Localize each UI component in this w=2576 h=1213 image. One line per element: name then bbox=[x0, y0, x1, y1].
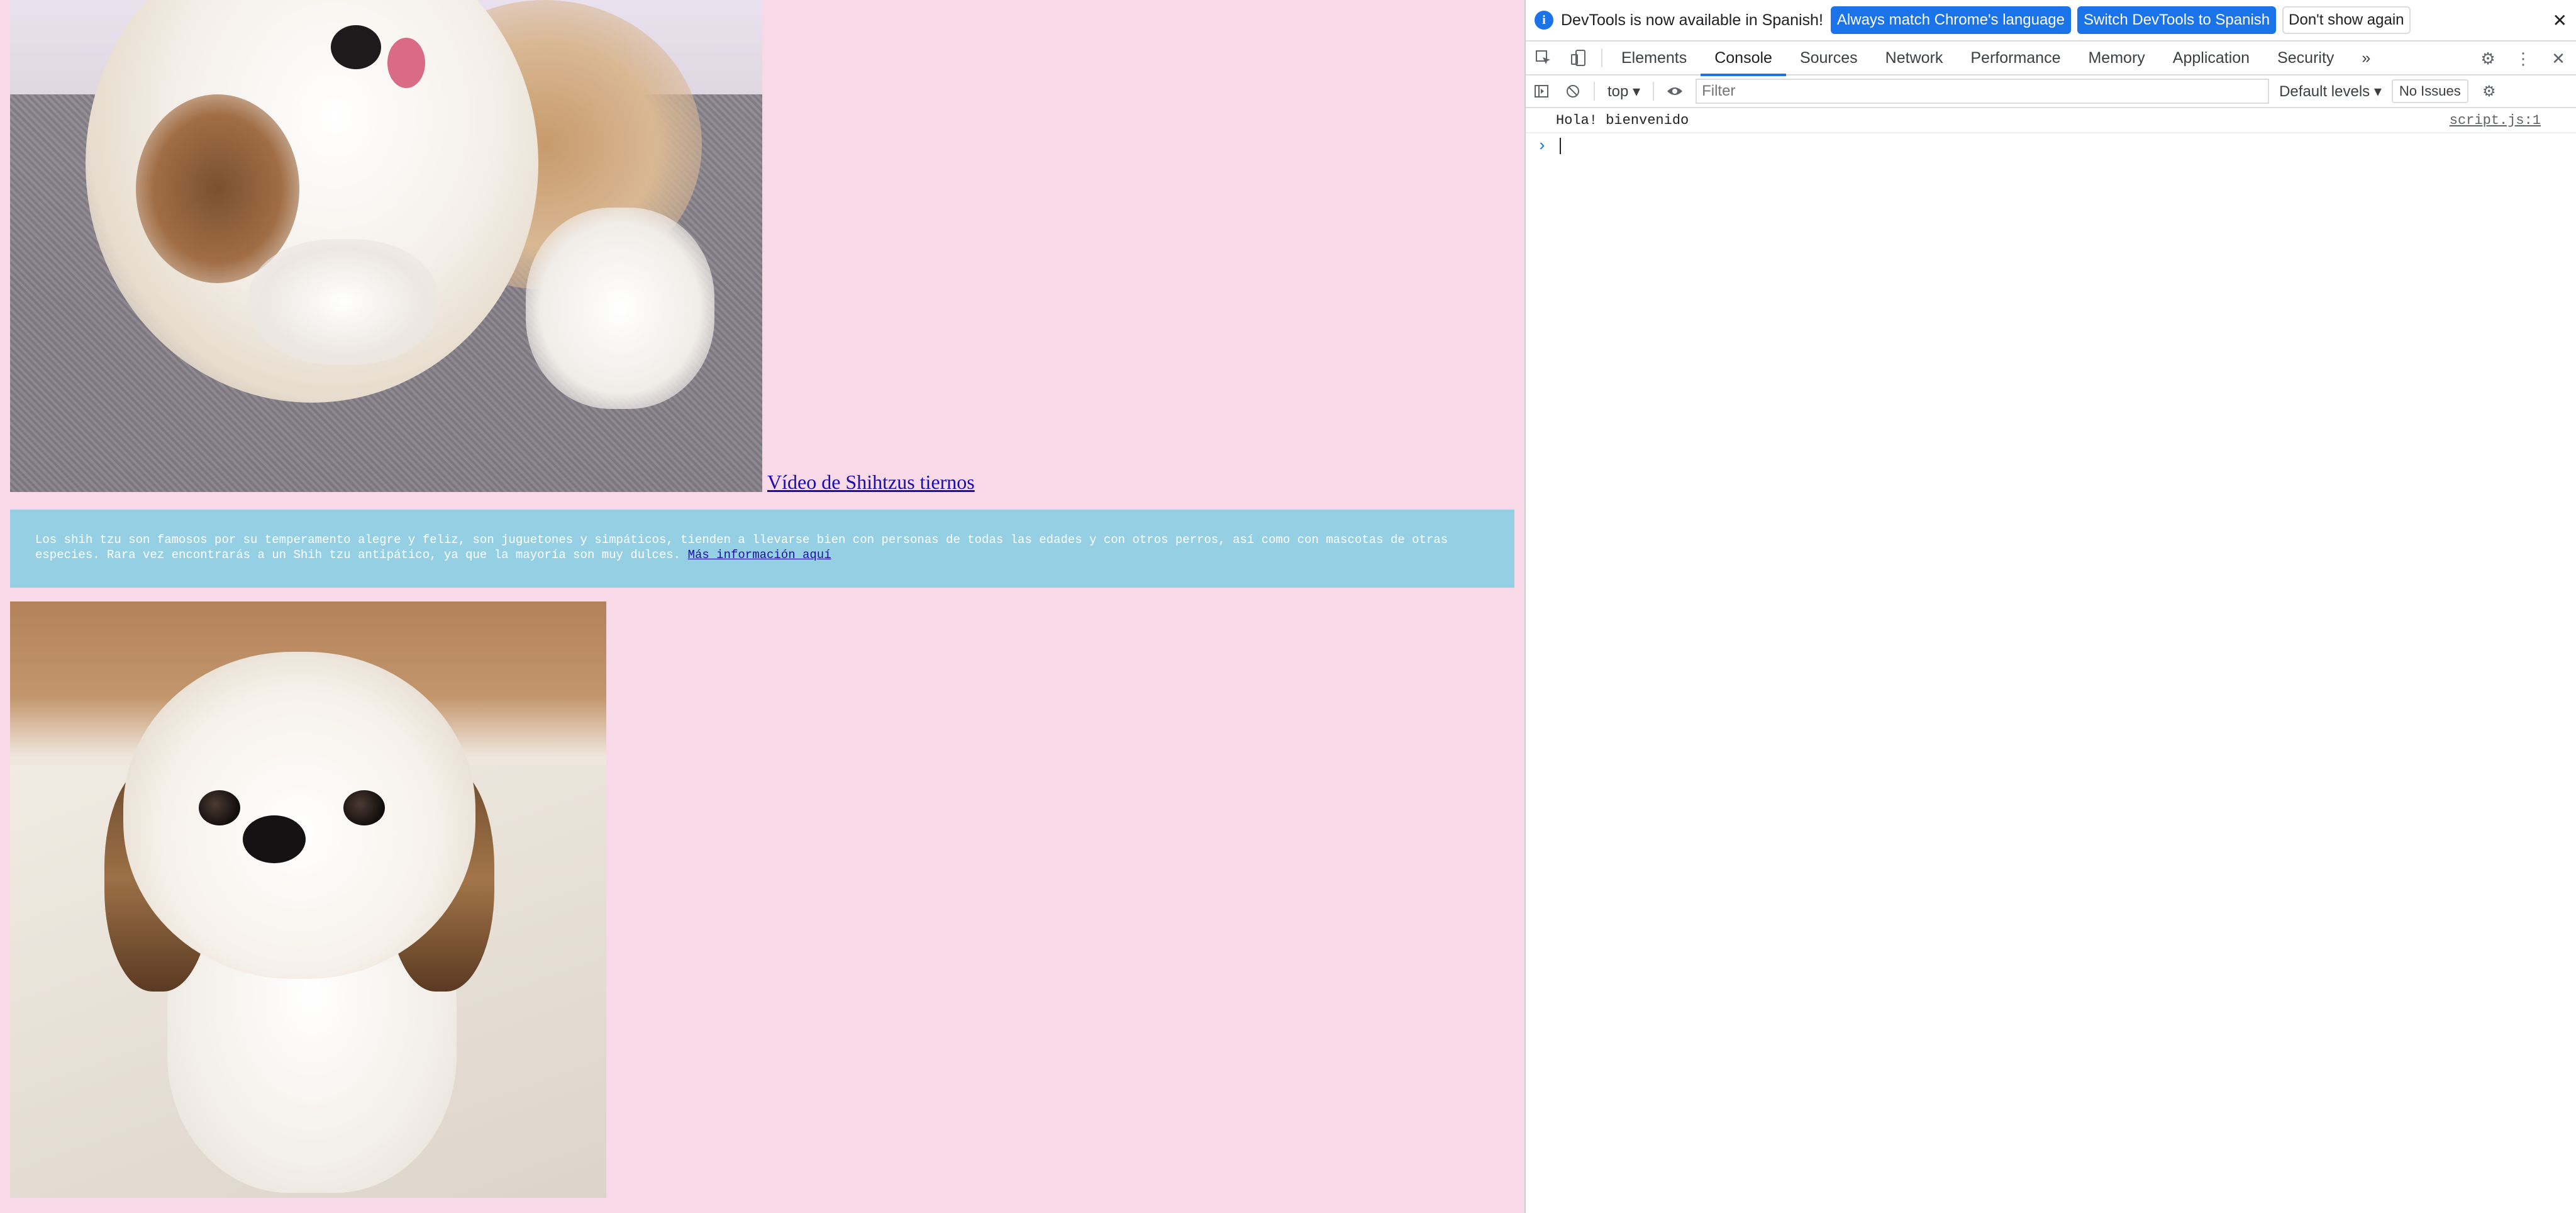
clear-console-icon[interactable] bbox=[1557, 75, 1589, 108]
infobar-message: DevTools is now available in Spanish! bbox=[1561, 11, 1823, 29]
video-link[interactable]: Vídeo de Shihtzus tiernos bbox=[767, 471, 975, 494]
info-icon: i bbox=[1535, 11, 1553, 30]
language-infobar: i DevTools is now available in Spanish! … bbox=[1526, 0, 2576, 42]
dont-show-again-button[interactable]: Don't show again bbox=[2282, 6, 2411, 34]
web-page: Vídeo de Shihtzus tiernos Los shih tzu s… bbox=[0, 0, 1524, 1213]
context-selector[interactable]: top ▾ bbox=[1600, 82, 1648, 101]
close-infobar-icon[interactable]: ✕ bbox=[2553, 10, 2567, 31]
tab-console[interactable]: Console bbox=[1701, 41, 1786, 76]
tab-memory[interactable]: Memory bbox=[2074, 41, 2158, 75]
tab-network[interactable]: Network bbox=[1872, 41, 1957, 75]
sidebar-toggle-icon[interactable] bbox=[1526, 75, 1557, 108]
log-levels-dropdown[interactable]: Default levels ▾ bbox=[2269, 82, 2392, 101]
tab-security[interactable]: Security bbox=[2263, 41, 2348, 75]
console-prompt[interactable]: › bbox=[1526, 133, 2576, 159]
device-toolbar-icon[interactable] bbox=[1561, 41, 1596, 75]
shih-tzu-photo-top bbox=[10, 0, 762, 492]
live-expression-eye-icon[interactable] bbox=[1659, 75, 1690, 108]
shih-tzu-photo-bottom bbox=[10, 601, 606, 1198]
console-toolbar: top ▾ Default levels ▾ No Issues ⚙ bbox=[1526, 75, 2576, 108]
console-filter-input[interactable] bbox=[1696, 79, 2270, 104]
switch-language-button[interactable]: Switch DevTools to Spanish bbox=[2077, 6, 2277, 34]
console-message-source-link[interactable]: script.js:1 bbox=[2450, 113, 2541, 128]
console-message: Hola! bienvenido script.js:1 bbox=[1526, 108, 2576, 133]
more-tabs-icon[interactable]: » bbox=[2348, 41, 2384, 75]
tab-application[interactable]: Application bbox=[2159, 41, 2263, 75]
text-caret bbox=[1559, 138, 1561, 154]
inspect-element-icon[interactable] bbox=[1526, 41, 1561, 75]
devtools-tabbar: Elements Console Sources Network Perform… bbox=[1526, 41, 2576, 76]
console-output: Hola! bienvenido script.js:1 › bbox=[1526, 108, 2576, 1213]
tab-sources[interactable]: Sources bbox=[1786, 41, 1872, 75]
tab-performance[interactable]: Performance bbox=[1957, 41, 2074, 75]
console-message-text: Hola! bienvenido bbox=[1556, 112, 1689, 128]
match-language-button[interactable]: Always match Chrome's language bbox=[1830, 6, 2071, 34]
info-box: Los shih tzu son famosos por su temperam… bbox=[10, 510, 1514, 588]
devtools-panel: i DevTools is now available in Spanish! … bbox=[1524, 0, 2576, 1213]
settings-gear-icon[interactable]: ⚙ bbox=[2470, 42, 2506, 75]
tab-elements[interactable]: Elements bbox=[1607, 41, 1701, 75]
issues-button[interactable]: No Issues bbox=[2391, 79, 2468, 103]
close-devtools-icon[interactable]: ✕ bbox=[2541, 42, 2576, 75]
console-settings-gear-icon[interactable]: ⚙ bbox=[2473, 75, 2505, 108]
prompt-chevron-icon: › bbox=[1537, 137, 1547, 155]
more-options-icon[interactable]: ⋮ bbox=[2506, 42, 2541, 75]
more-info-link[interactable]: Más información aquí bbox=[688, 548, 831, 562]
